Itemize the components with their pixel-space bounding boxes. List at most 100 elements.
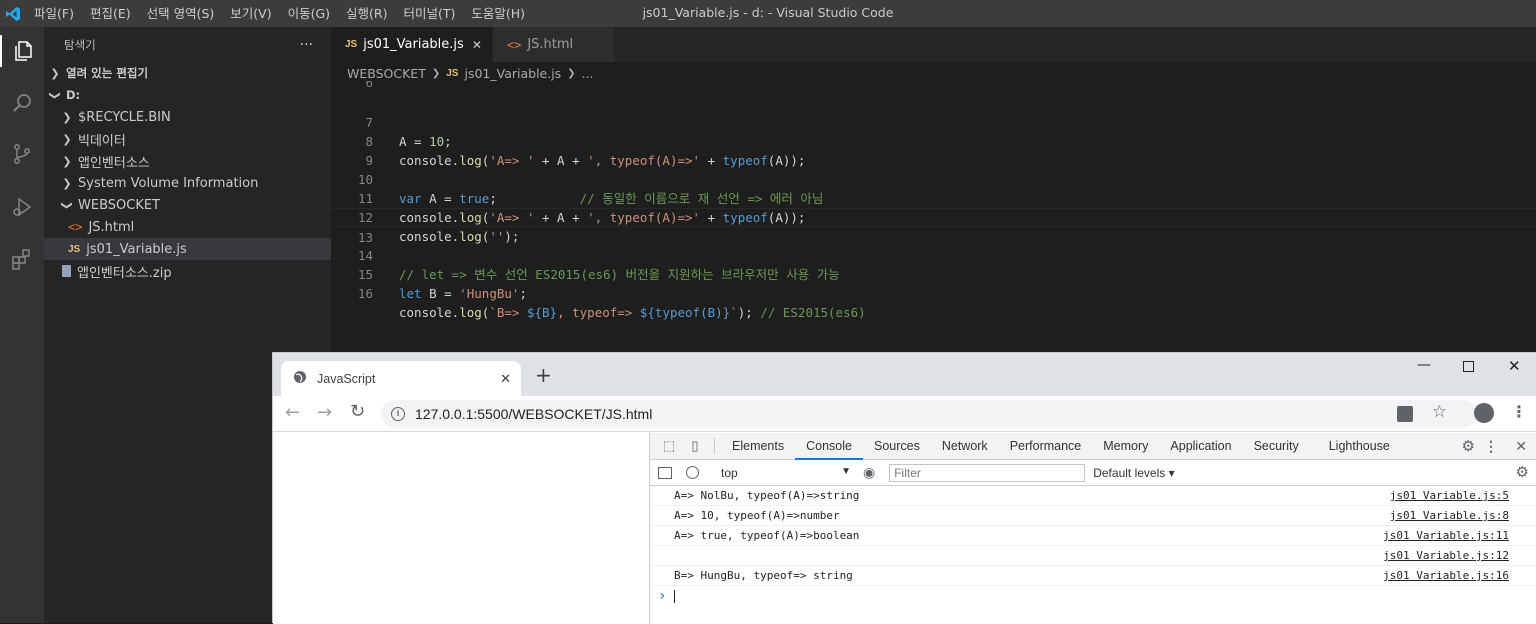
tab-security[interactable]: Security: [1243, 433, 1310, 460]
chevron-right-icon: ❯: [50, 66, 60, 80]
code-editor[interactable]: 6 7 A = 10; 8 console.log('A=> ' + A + '…: [331, 81, 1536, 320]
search-icon[interactable]: [6, 87, 38, 119]
close-icon[interactable]: ✕: [472, 38, 482, 52]
tree-item-websocket[interactable]: ❯ WEBSOCKET: [44, 194, 331, 216]
tree-item-js-html[interactable]: <> JS.html: [44, 216, 331, 238]
console-prompt-row[interactable]: ›: [650, 586, 1536, 606]
tree-item-label: 앱인벤터소스.zip: [77, 265, 172, 281]
code-text: console.log(`B=> ${B}, typeof=> ${typeof…: [399, 305, 866, 320]
profile-icon[interactable]: [1474, 403, 1494, 423]
breadcrumb-folder[interactable]: WEBSOCKET: [347, 66, 426, 81]
divider: [714, 438, 715, 454]
code-line: 6: [331, 81, 1536, 94]
chevron-right-icon: ❯: [62, 110, 72, 124]
window-close-icon[interactable]: ✕: [1508, 357, 1521, 375]
console-input-caret[interactable]: [674, 590, 675, 603]
tree-item-zip[interactable]: 앱인벤터소스.zip: [44, 260, 331, 282]
inspect-element-icon[interactable]: ⬚: [656, 438, 682, 454]
root-folder-section[interactable]: ❯ D:: [44, 84, 331, 106]
console-source-link[interactable]: js01 Variable.js:5: [1390, 486, 1509, 506]
filter-placeholder: Filter: [894, 465, 921, 480]
console-source-link[interactable]: js01 Variable.js:16: [1383, 566, 1509, 586]
tree-item-appinventor[interactable]: ❯ 앱인벤터소스: [44, 150, 331, 172]
tree-item-recycle-bin[interactable]: ❯ $RECYCLE.BIN: [44, 106, 331, 128]
tab-application[interactable]: Application: [1159, 433, 1242, 460]
console-source-link[interactable]: js01 Variable.js:11: [1383, 526, 1509, 546]
console-prompt-icon: ›: [658, 588, 667, 604]
tab-label: js01_Variable.js: [363, 37, 464, 52]
console-source-link[interactable]: js01 Variable.js:12: [1383, 546, 1509, 566]
reload-icon[interactable]: ↻: [350, 401, 365, 422]
tab-performance[interactable]: Performance: [999, 433, 1093, 460]
code-line-current: 13: [331, 208, 1536, 245]
address-bar[interactable]: i 127.0.0.1:5500/WEBSOCKET/JS.html ☆: [381, 400, 1477, 428]
tab-js-html[interactable]: <> JS.html: [492, 27, 615, 62]
menu-file[interactable]: 파일(F): [26, 0, 82, 27]
open-editors-section[interactable]: ❯ 열려 있는 편집기: [44, 62, 331, 84]
tab-sources[interactable]: Sources: [863, 433, 931, 460]
close-icon[interactable]: ✕: [500, 371, 511, 387]
console-settings-icon[interactable]: ⚙: [1516, 463, 1529, 481]
tab-js01-variable[interactable]: JS js01_Variable.js ✕: [331, 27, 493, 62]
code-line: 16 console.log(`B=> ${B}, typeof=> ${typ…: [331, 265, 1536, 320]
js-file-icon: JS: [446, 67, 459, 79]
new-tab-icon[interactable]: +: [535, 365, 552, 385]
devtools-close-icon[interactable]: ✕: [1515, 438, 1527, 455]
source-control-icon[interactable]: [6, 138, 38, 170]
tree-item-js01-variable[interactable]: JS js01_Variable.js: [44, 238, 331, 260]
info-icon[interactable]: i: [391, 407, 405, 421]
context-selector[interactable]: top ▼: [721, 466, 851, 480]
tab-network[interactable]: Network: [931, 433, 999, 460]
tree-item-label: 앱인벤터소스: [78, 155, 150, 171]
minimize-icon[interactable]: —: [1417, 357, 1431, 373]
tree-item-system-volume[interactable]: ❯ System Volume Information: [44, 172, 331, 194]
code-line: 15 let B = 'HungBu';: [331, 246, 1536, 301]
filter-input-box[interactable]: Filter: [889, 463, 1086, 482]
forward-icon[interactable]: →: [317, 402, 332, 423]
menu-go[interactable]: 이동(G): [280, 0, 338, 27]
bookmark-star-icon[interactable]: ☆: [1432, 402, 1447, 422]
menu-terminal[interactable]: 터미널(T): [396, 0, 464, 27]
sidebar-toggle-icon[interactable]: [658, 466, 672, 479]
menu-selection[interactable]: 선택 영역(S): [139, 0, 223, 27]
clear-console-icon[interactable]: [686, 466, 699, 479]
zip-file-icon: [62, 265, 71, 277]
menu-help[interactable]: 도움말(H): [463, 0, 533, 27]
back-icon[interactable]: ←: [285, 402, 300, 423]
console-toolbar: top ▼ ◉ Filter Default levels ▾ ⚙: [650, 460, 1536, 486]
tab-elements[interactable]: Elements: [721, 433, 795, 460]
code-line: 8 console.log('A=> ' + A + ', typeof(A)=…: [331, 113, 1536, 168]
chevron-down-icon: ❯: [60, 200, 74, 210]
menu-view[interactable]: 보기(V): [222, 0, 279, 27]
breadcrumb-rest[interactable]: ...: [582, 66, 594, 81]
menu-run[interactable]: 실행(R): [338, 0, 395, 27]
chevron-right-icon: ❯: [431, 67, 441, 79]
console-source-link[interactable]: js01 Variable.js:8: [1390, 506, 1509, 526]
more-menu-icon[interactable]: ⋮: [1511, 402, 1527, 421]
eye-icon[interactable]: ◉: [863, 464, 875, 481]
tab-lighthouse[interactable]: Lighthouse: [1318, 433, 1401, 460]
settings-gear-icon[interactable]: ⚙: [1462, 437, 1475, 455]
more-actions-icon[interactable]: ···: [300, 37, 313, 53]
sidebar-title: 탐색기: [64, 37, 96, 52]
maximize-icon[interactable]: [1463, 361, 1474, 372]
log-levels-dropdown[interactable]: Default levels ▾: [1093, 466, 1174, 480]
console-row: js01 Variable.js:12: [650, 546, 1536, 566]
code-line: 14 // let => 변수 선언 ES2015(es6) 버전을 지원하는 …: [331, 227, 1536, 282]
extensions-icon[interactable]: [6, 243, 38, 275]
tree-item-bigdata[interactable]: ❯ 빅데이터: [44, 128, 331, 150]
translate-icon[interactable]: [1397, 406, 1413, 422]
page-viewport[interactable]: [273, 433, 649, 624]
tree-item-label: $RECYCLE.BIN: [78, 109, 171, 125]
device-toolbar-icon[interactable]: ▯: [682, 438, 708, 454]
console-row: B=> HungBu, typeof=> string js01 Variabl…: [650, 566, 1536, 586]
line-number: 16: [357, 286, 373, 301]
browser-tab[interactable]: JavaScript ✕: [281, 361, 521, 396]
tab-console[interactable]: Console: [795, 433, 863, 460]
breadcrumb-file[interactable]: js01_Variable.js: [464, 66, 561, 81]
tab-memory[interactable]: Memory: [1092, 433, 1159, 460]
devtools-menu-icon[interactable]: ⋮: [1484, 438, 1498, 455]
explorer-icon[interactable]: [0, 35, 44, 67]
run-debug-icon[interactable]: [6, 191, 38, 223]
menu-edit[interactable]: 편집(E): [82, 0, 139, 27]
